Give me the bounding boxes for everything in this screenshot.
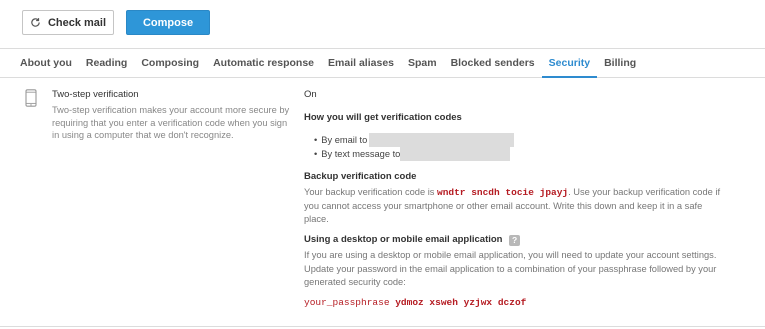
tab-label: Email aliases (328, 57, 394, 69)
check-mail-button[interactable]: Check mail (22, 10, 114, 35)
app-heading: Using a desktop or mobile email applicat… (304, 234, 521, 246)
backup-pre: Your backup verification code is (304, 187, 435, 197)
tab-email-aliases[interactable]: Email aliases (321, 49, 401, 77)
phone-icon (25, 89, 37, 107)
tab-billing[interactable]: Billing (597, 49, 643, 77)
redacted-phone (400, 147, 511, 161)
tab-label: About you (20, 57, 72, 69)
by-email-label: By email to (321, 135, 368, 145)
tab-label: Security (548, 57, 591, 69)
compose-button[interactable]: Compose (126, 10, 210, 35)
app-text: If you are using a desktop or mobile ema… (304, 250, 717, 287)
compose-label: Compose (142, 16, 194, 29)
tab-automatic-response[interactable]: Automatic response (206, 49, 321, 77)
tab-label: Composing (141, 57, 200, 69)
tab-spam[interactable]: Spam (401, 49, 444, 77)
codes-heading: How you will get verification codes (304, 112, 462, 123)
security-code: ydmoz xsweh yzjwx dczof (395, 297, 527, 308)
backup-code: wndtr sncdh tocie jpayj (437, 187, 569, 198)
help-icon[interactable]: ? (509, 234, 521, 246)
tab-reading[interactable]: Reading (79, 49, 134, 77)
tab-label: Reading (85, 57, 128, 69)
tab-blocked-senders[interactable]: Blocked senders (444, 49, 542, 77)
redacted-email (369, 133, 515, 147)
divider (0, 326, 765, 327)
app-heading-text: Using a desktop or mobile email applicat… (304, 234, 503, 245)
list-item: By text message to (314, 147, 514, 161)
backup-heading: Backup verification code (304, 171, 417, 182)
tab-label: Spam (408, 57, 437, 69)
list-item: By email to (314, 133, 515, 147)
toolbar: Check mail Compose (22, 10, 210, 35)
tab-label: Billing (604, 57, 637, 69)
check-mail-label: Check mail (47, 16, 107, 29)
tab-about-you[interactable]: About you (13, 49, 79, 77)
section-description: Two-step verification makes your account… (52, 105, 290, 140)
section-title: Two-step verification (52, 89, 139, 100)
passphrase-prefix: your_passphrase (304, 297, 390, 308)
tab-security[interactable]: Security (541, 49, 598, 78)
tab-label: Blocked senders (450, 57, 535, 69)
verification-status: On (304, 89, 317, 100)
tab-label: Automatic response (213, 57, 315, 69)
passphrase-line: your_passphrase ydmoz xsweh yzjwx dczof (304, 297, 526, 308)
tab-composing[interactable]: Composing (134, 49, 206, 77)
delivery-methods-list: By email to By text message to (314, 133, 515, 161)
settings-tabs: About you Reading Composing Automatic re… (0, 48, 765, 78)
refresh-icon (31, 18, 40, 27)
by-text-label: By text message to (321, 149, 401, 159)
backup-text: Your backup verification code is wndtr s… (304, 186, 724, 227)
